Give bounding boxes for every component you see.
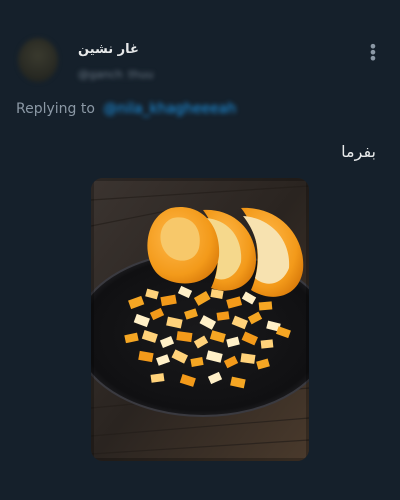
author-name[interactable]: غار نشین xyxy=(78,42,139,57)
tweet-image[interactable] xyxy=(91,178,309,461)
replying-to-label: Replying to xyxy=(16,101,95,117)
tweet-text: بفرما xyxy=(341,142,376,161)
tweet-reply-view: غار نشین @ganch_thuu • • • Replying to @ni… xyxy=(0,0,400,500)
more-vertical-icon[interactable]: • • • xyxy=(366,39,380,67)
avatar[interactable] xyxy=(18,38,58,82)
replying-to-handle-link[interactable]: @nila_khagheeeah xyxy=(103,101,236,117)
author-handle[interactable]: @ganch_thuu xyxy=(78,68,174,80)
replying-to: Replying to @nila_khagheeeah xyxy=(16,101,236,117)
